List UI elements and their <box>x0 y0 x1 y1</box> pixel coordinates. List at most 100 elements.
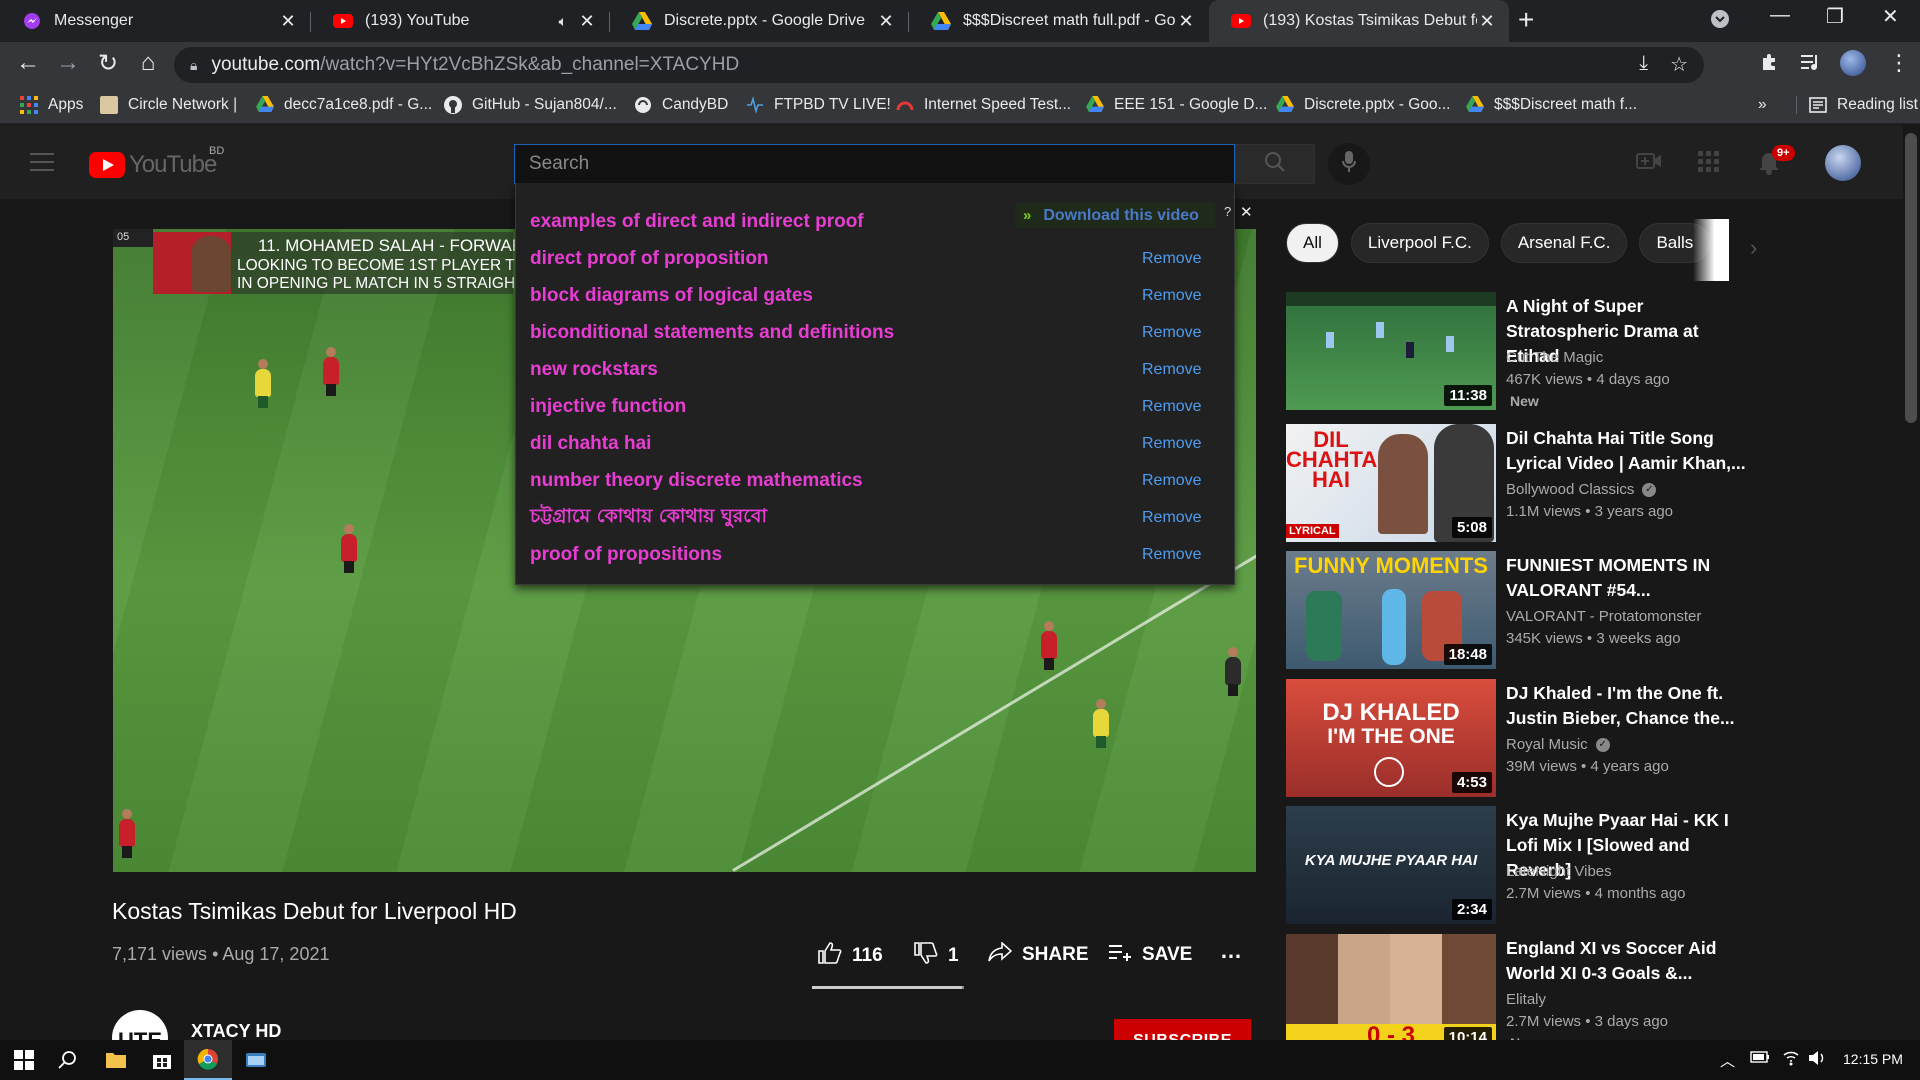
tab-messenger[interactable]: Messenger ✕ <box>0 0 310 42</box>
bookmark-discrete-pptx[interactable]: Discrete.pptx - Goo... <box>1276 96 1450 114</box>
suggestion-item[interactable]: dil chahta hai Remove <box>516 425 1236 462</box>
tab-discreet-math-pdf[interactable]: $$$Discreet math full.pdf - Goog ✕ <box>909 0 1208 42</box>
scrollbar-thumb[interactable] <box>1905 133 1917 423</box>
youtube-logo[interactable]: YouTube BD <box>89 145 224 179</box>
back-button[interactable]: ← <box>12 49 44 77</box>
file-explorer-icon[interactable] <box>92 1040 140 1080</box>
home-button[interactable]: ⌂ <box>132 49 164 77</box>
speaker-icon[interactable]: 🔈︎ <box>559 13 567 30</box>
reading-list-button[interactable]: Reading list <box>1796 96 1918 114</box>
close-tab-icon[interactable]: ✕ <box>278 11 298 32</box>
close-tab-icon[interactable]: ✕ <box>1176 11 1196 32</box>
recommended-video[interactable]: 0 - 3 10:14 England XI vs Soccer Aid Wor… <box>1286 934 1746 1054</box>
video-thumbnail[interactable]: FUNNY MOMENTS 18:48 <box>1286 551 1496 669</box>
apps-grid-icon[interactable] <box>1698 151 1720 179</box>
remove-suggestion-link[interactable]: Remove <box>1142 472 1202 490</box>
remove-suggestion-link[interactable]: Remove <box>1142 250 1202 268</box>
recommended-video[interactable]: DJ KHALED I'M THE ONE 4:53 DJ Khaled - I… <box>1286 679 1746 799</box>
suggestion-item[interactable]: injective function Remove <box>516 388 1236 425</box>
search-box[interactable] <box>514 144 1235 184</box>
dislike-button[interactable]: 1 <box>914 942 959 970</box>
extensions-puzzle-icon[interactable] <box>1760 52 1780 78</box>
bookmark-circle-network[interactable]: Circle Network | <box>100 96 237 114</box>
like-button[interactable]: 116 <box>818 942 883 970</box>
suggestion-item[interactable]: direct proof of proposition Remove <box>516 240 1236 277</box>
remove-suggestion-link[interactable]: Remove <box>1142 361 1202 379</box>
save-button[interactable]: SAVE <box>1108 942 1192 968</box>
channel-name[interactable]: Royal Music ✓ <box>1506 736 1610 753</box>
voice-search-button[interactable] <box>1328 143 1370 185</box>
remove-suggestion-link[interactable]: Remove <box>1142 324 1202 342</box>
windows-start-icon[interactable] <box>0 1040 48 1080</box>
chip-arsenal[interactable]: Arsenal F.C. <box>1500 223 1628 263</box>
maximize-button[interactable]: ❐ <box>1826 4 1844 29</box>
recommended-video[interactable]: FUNNY MOMENTS 18:48 FUNNIEST MOMENTS IN … <box>1286 551 1746 671</box>
reload-button[interactable]: ↻ <box>92 49 124 78</box>
media-control-icon[interactable] <box>1800 52 1822 78</box>
video-title[interactable]: FUNNIEST MOMENTS IN VALORANT #54... <box>1506 553 1756 603</box>
channel-name[interactable]: LateNight Vibes <box>1506 863 1612 880</box>
chip-all[interactable]: All <box>1286 223 1339 263</box>
forward-button[interactable]: → <box>52 49 84 77</box>
recommended-video[interactable]: 11:38 A Night of Super Stratospheric Dra… <box>1286 292 1746 412</box>
recommended-video[interactable]: DIL CHAHTA HAI LYRICAL 5:08 Dil Chahta H… <box>1286 424 1746 544</box>
video-thumbnail[interactable]: 11:38 <box>1286 292 1496 410</box>
url-text[interactable]: youtube.com/watch?v=HYt2VcBhZSk&ab_chann… <box>211 54 739 76</box>
video-thumbnail[interactable]: DJ KHALED I'M THE ONE 4:53 <box>1286 679 1496 797</box>
account-avatar[interactable] <box>1825 145 1861 181</box>
browser-profile-avatar[interactable] <box>1840 50 1866 76</box>
search-input[interactable] <box>515 153 1234 175</box>
video-title[interactable]: Dil Chahta Hai Title Song Lyrical Video … <box>1506 426 1756 476</box>
close-tab-icon[interactable]: ✕ <box>876 11 896 32</box>
bookmark-apps[interactable]: Apps <box>20 96 83 114</box>
remove-suggestion-link[interactable]: Remove <box>1142 509 1202 527</box>
bookmarks-overflow-button[interactable]: » <box>1758 96 1767 114</box>
channel-name[interactable]: Bollywood Classics ✓ <box>1506 481 1657 498</box>
suggestion-item[interactable]: number theory discrete mathematics Remov… <box>516 462 1236 499</box>
install-app-icon[interactable]: ⤓ <box>1639 52 1648 77</box>
bookmark-decc7a1ce8-pdf[interactable]: decc7a1ce8.pdf - G... <box>256 96 432 114</box>
suggestion-item[interactable]: proof of propositions Remove <box>516 536 1236 573</box>
remove-suggestion-link[interactable]: Remove <box>1142 435 1202 453</box>
suggestion-item[interactable]: biconditional statements and definitions… <box>516 314 1236 351</box>
download-help-icon[interactable]: ? <box>1224 204 1231 219</box>
new-tab-button[interactable]: + <box>1518 4 1534 36</box>
more-actions-button[interactable]: … <box>1220 938 1242 964</box>
video-thumbnail[interactable]: DIL CHAHTA HAI LYRICAL 5:08 <box>1286 424 1496 542</box>
taskbar-clock[interactable]: 12:15 PM <box>1843 1051 1903 1067</box>
channel-name[interactable]: Cut The Magic <box>1506 349 1603 366</box>
search-button[interactable] <box>1235 144 1315 184</box>
close-window-button[interactable]: ✕ <box>1882 4 1899 29</box>
minimize-button[interactable]: — <box>1770 4 1790 27</box>
search-icon[interactable] <box>44 1040 92 1080</box>
chevron-up-icon[interactable]: ︿ <box>1720 1050 1735 1071</box>
tab-kostas-tsimikas[interactable]: (193) Kostas Tsimikas Debut for L ✕ <box>1209 0 1509 42</box>
create-video-icon[interactable] <box>1636 151 1662 177</box>
channel-name[interactable]: XTACY HD <box>191 1021 281 1042</box>
tab-youtube[interactable]: (193) YouTube 🔈︎ ✕ <box>311 0 609 42</box>
video-thumbnail[interactable]: 0 - 3 10:14 <box>1286 934 1496 1052</box>
microsoft-store-icon[interactable] <box>138 1040 186 1080</box>
video-thumbnail[interactable]: KYA MUJHE PYAAR HAI 2:34 <box>1286 806 1496 924</box>
hamburger-menu-icon[interactable] <box>30 153 54 177</box>
recommended-video[interactable]: KYA MUJHE PYAAR HAI 2:34 Kya Mujhe Pyaar… <box>1286 806 1746 926</box>
suggestion-item[interactable]: new rockstars Remove <box>516 351 1236 388</box>
remove-suggestion-link[interactable]: Remove <box>1142 546 1202 564</box>
video-title[interactable]: DJ Khaled - I'm the One ft. Justin Biebe… <box>1506 681 1756 731</box>
bookmark-github[interactable]: GitHub - Sujan804/... <box>444 96 617 114</box>
chrome-icon[interactable] <box>184 1040 232 1080</box>
bookmark-discreet-math-pdf[interactable]: $$$Discreet math f... <box>1466 96 1637 114</box>
suggestion-item[interactable]: block diagrams of logical gates Remove <box>516 277 1236 314</box>
tab-discrete-pptx[interactable]: Discrete.pptx - Google Drive ✕ <box>610 0 908 42</box>
tab-search-icon[interactable] <box>1710 9 1730 35</box>
download-close-icon[interactable]: ✕ <box>1240 203 1253 221</box>
video-title[interactable]: England XI vs Soccer Aid World XI 0-3 Go… <box>1506 936 1756 986</box>
address-bar[interactable]: 🔒︎ youtube.com/watch?v=HYt2VcBhZSk&ab_ch… <box>174 47 1704 83</box>
app-window-icon[interactable] <box>232 1040 280 1080</box>
remove-suggestion-link[interactable]: Remove <box>1142 287 1202 305</box>
close-tab-icon[interactable]: ✕ <box>1477 11 1497 32</box>
download-video-banner[interactable]: » Download this video <box>1015 203 1215 228</box>
volume-icon[interactable] <box>1808 1050 1826 1070</box>
battery-icon[interactable] <box>1750 1050 1770 1068</box>
browser-menu-icon[interactable]: ⋮ <box>1888 50 1910 76</box>
